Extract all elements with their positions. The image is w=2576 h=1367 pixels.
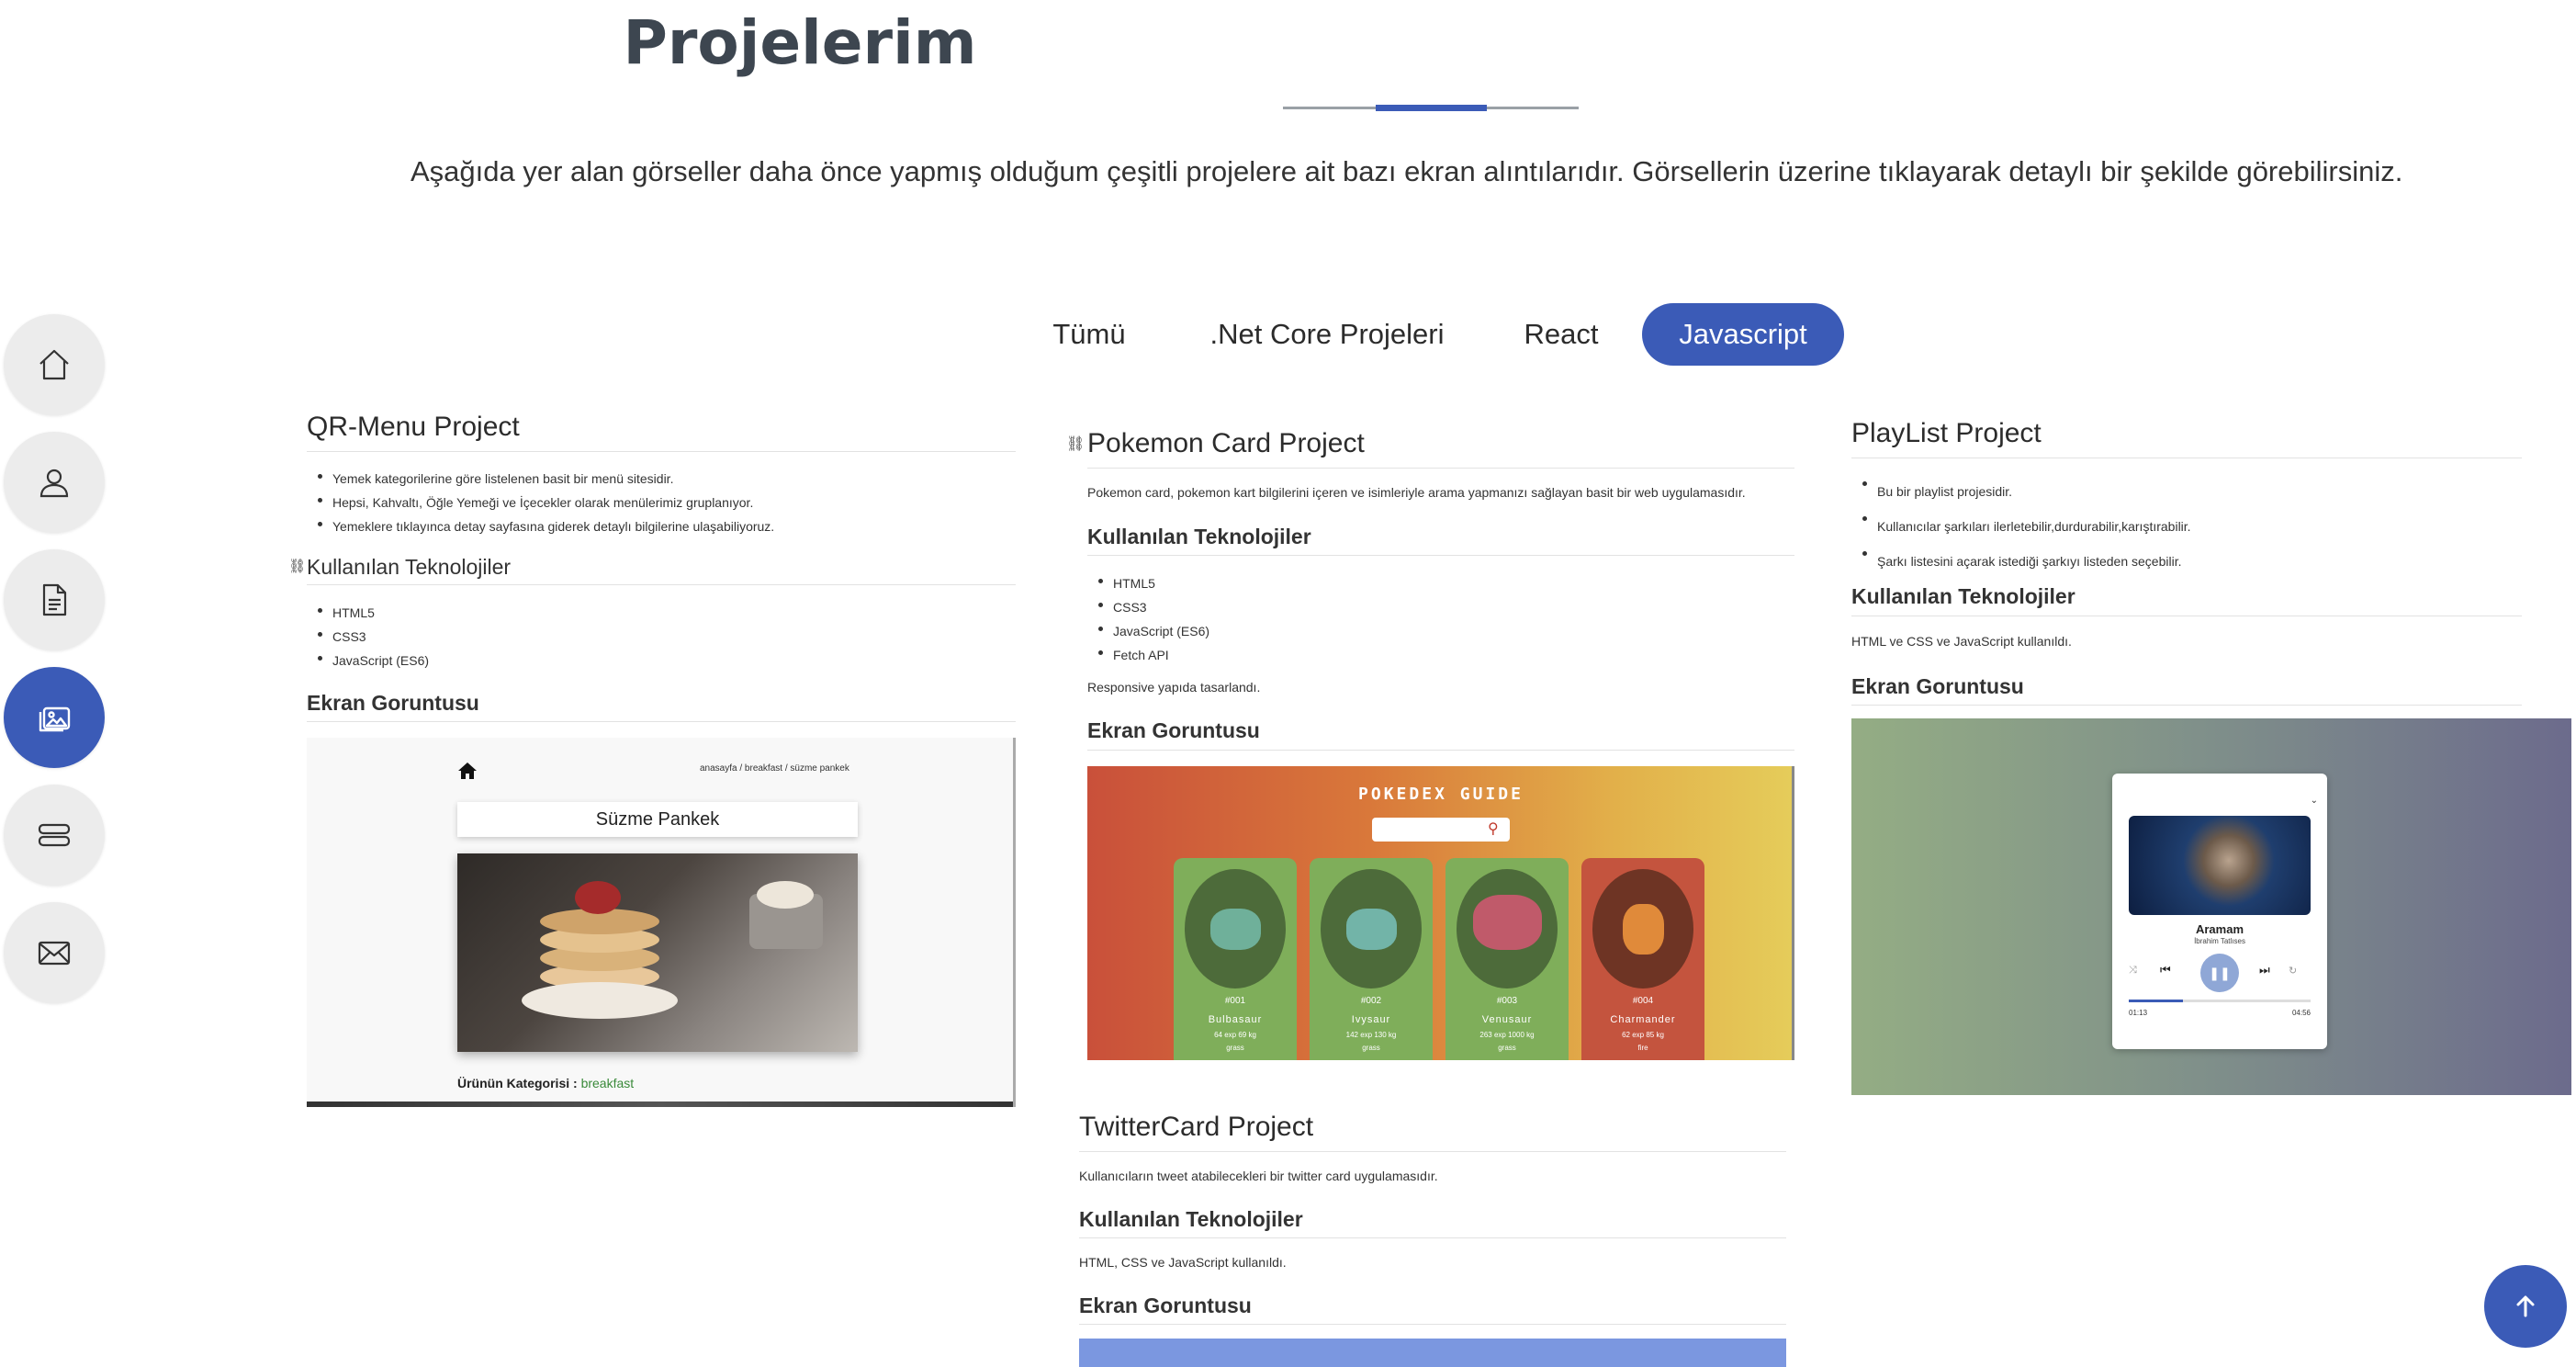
time-current: 01:13 — [2129, 1009, 2148, 1017]
playlist-screenshot[interactable]: ⌄ Aramam İbrahim Tatlıses ⤨ ⏮ ❚❚ ⏭ ↻ 01:… — [1851, 718, 2571, 1095]
chevron-down-icon: ⌄ — [2310, 796, 2318, 806]
nav-services-button[interactable] — [4, 785, 105, 886]
playlist-screenshot-heading: Ekran Goruntusu — [1851, 674, 2024, 698]
list-item: JavaScript (ES6) — [1087, 619, 1209, 643]
divider — [1079, 1151, 1786, 1152]
playlist-bullets: Bu bir playlist projesidir. Kullanıcılar… — [1851, 474, 2191, 579]
pokemon-card: #003 Venusaur 263 exp 1000 kg grass — [1445, 858, 1569, 1060]
time-total: 04:56 — [2291, 1009, 2311, 1017]
list-item: CSS3 — [307, 625, 429, 649]
pokemon-card: #002 Ivysaur 142 exp 130 kg grass — [1310, 858, 1433, 1060]
list-item: HTML5 — [1087, 571, 1209, 595]
title-underline-accent — [1376, 105, 1487, 111]
song-title: Aramam — [2195, 922, 2244, 936]
twitter-tech-heading: Kullanılan Teknolojiler — [1079, 1207, 1303, 1231]
server-icon — [38, 823, 71, 847]
pause-icon: ❚❚ — [2200, 954, 2239, 992]
intro-text: Aşağıda yer alan görseller daha önce yap… — [411, 155, 2403, 187]
previous-icon: ⏮ — [2160, 963, 2171, 977]
document-icon — [42, 583, 67, 616]
qr-menu-screenshot-heading: Ekran Goruntusu — [307, 691, 479, 715]
list-item: Hepsi, Kahvaltı, Öğle Yemeği ve İçecekle… — [307, 491, 774, 514]
list-item: JavaScript (ES6) — [307, 649, 429, 672]
divider — [1087, 750, 1794, 751]
list-item: Fetch API — [1087, 643, 1209, 667]
divider — [1087, 555, 1794, 556]
divider — [307, 721, 1016, 722]
qr-menu-tech-list: HTML5 CSS3 JavaScript (ES6) — [307, 601, 429, 672]
pokemon-note: Responsive yapıda tasarlandı. — [1087, 680, 1261, 695]
divider — [1079, 1237, 1786, 1238]
arrow-up-icon — [2516, 1295, 2535, 1317]
user-icon — [39, 469, 69, 498]
back-to-top-button[interactable] — [2484, 1265, 2567, 1348]
nav-home-button[interactable] — [4, 314, 105, 415]
playlist-tech-text: HTML ve CSS ve JavaScript kullanıldı. — [1851, 634, 2072, 649]
qr-menu-screenshot[interactable]: anasayfa / breakfast / süzme pankek Süzm… — [307, 738, 1016, 1107]
twitter-tech-text: HTML, CSS ve JavaScript kullanıldı. — [1079, 1255, 1287, 1270]
song-artist: İbrahim Tatlıses — [2194, 937, 2245, 945]
list-item: CSS3 — [1087, 595, 1209, 619]
divider — [307, 451, 1016, 452]
playlist-title: PlayList Project — [1851, 418, 2042, 448]
filter-react[interactable]: React — [1506, 303, 1616, 366]
pokemon-card: #004 Charmander 62 exp 85 kg fire — [1581, 858, 1704, 1060]
shuffle-icon: ⤨ — [2129, 965, 2137, 976]
divider — [1087, 468, 1794, 469]
twitter-description: Kullanıcıların tweet atabilecekleri bir … — [1079, 1169, 1438, 1183]
twitter-title: TwitterCard Project — [1079, 1112, 1314, 1142]
list-item: Bu bir playlist projesidir. — [1851, 474, 2191, 509]
home-icon — [458, 763, 477, 779]
nav-resume-button[interactable] — [4, 549, 105, 650]
filter-javascript[interactable]: Javascript — [1642, 303, 1844, 366]
nav-contact-button[interactable] — [4, 902, 105, 1003]
divider — [1851, 705, 2522, 706]
filter-all[interactable]: Tümü — [1039, 303, 1140, 366]
nav-about-button[interactable] — [4, 432, 105, 533]
home-icon — [39, 349, 69, 380]
qr-menu-bullets: Yemek kategorilerine göre listelenen bas… — [307, 467, 774, 538]
filter-net-core[interactable]: .Net Core Projeleri — [1194, 303, 1460, 366]
envelope-icon — [38, 941, 71, 966]
pokemon-title: Pokemon Card Project — [1087, 428, 1365, 458]
twitter-screenshot-heading: Ekran Goruntusu — [1079, 1294, 1252, 1317]
pancake-photo — [457, 853, 858, 1052]
qr-menu-title: QR-Menu Project — [307, 412, 520, 442]
pokemon-screenshot-heading: Ekran Goruntusu — [1087, 718, 1260, 742]
category-line: Ürünün Kategorisi : breakfast — [457, 1076, 635, 1090]
playlist-tech-heading: Kullanılan Teknolojiler — [1851, 584, 2075, 608]
qr-menu-tech-heading: Kullanılan Teknolojiler — [307, 555, 512, 579]
page-title: Projelerim — [623, 7, 977, 78]
player-card: ⌄ Aramam İbrahim Tatlıses ⤨ ⏮ ❚❚ ⏭ ↻ 01:… — [2112, 774, 2327, 1049]
next-icon: ⏭ — [2259, 963, 2270, 977]
product-name: Süzme Pankek — [457, 802, 858, 837]
pokemon-tech-heading: Kullanılan Teknolojiler — [1087, 525, 1311, 548]
list-item: Kullanıcılar şarkıları ilerletebilir,dur… — [1851, 509, 2191, 544]
divider — [1079, 1324, 1786, 1325]
progress-track — [2129, 1000, 2311, 1002]
pokedex-header: POKEDEX GUIDE — [1358, 785, 1524, 804]
album-art — [2129, 816, 2311, 915]
pokemon-card: #001 Bulbasaur 64 exp 69 kg grass — [1174, 858, 1297, 1060]
link-icon: ⛓ — [1066, 436, 1086, 452]
nav-portfolio-button[interactable] — [4, 667, 105, 768]
list-item: Yemek kategorilerine göre listelenen bas… — [307, 467, 774, 491]
list-item: HTML5 — [307, 601, 429, 625]
repeat-icon: ↻ — [2289, 966, 2298, 977]
list-item: Yemeklere tıklayınca detay sayfasına gid… — [307, 514, 774, 538]
pokemon-description: Pokemon card, pokemon kart bilgilerini i… — [1087, 485, 1746, 500]
pokemon-screenshot[interactable]: POKEDEX GUIDE ⚲ #001 Bulbasaur 64 exp 69… — [1087, 766, 1794, 1060]
link-icon: ⛓ — [288, 559, 307, 574]
breadcrumb: anasayfa / breakfast / süzme pankek — [700, 763, 849, 774]
binoculars-icon: ⚲ — [1488, 821, 1499, 837]
images-icon — [39, 706, 71, 732]
pokemon-tech-list: HTML5 CSS3 JavaScript (ES6) Fetch API — [1087, 571, 1209, 667]
divider — [307, 584, 1016, 585]
list-item: Şarkı listesini açarak istediği şarkıyı … — [1851, 544, 2191, 579]
twitter-screenshot[interactable] — [1079, 1339, 1786, 1367]
progress-fill — [2129, 1000, 2184, 1002]
